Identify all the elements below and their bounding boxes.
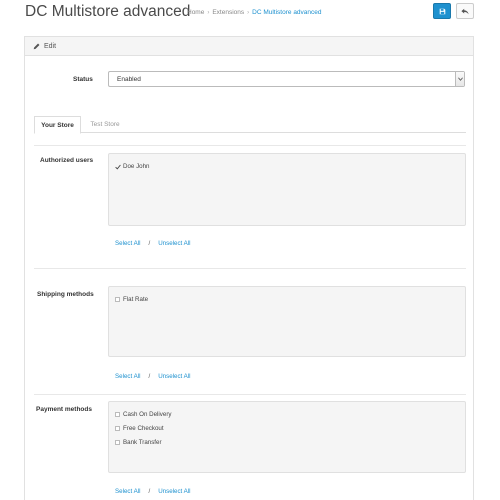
checkbox-label: Bank Transfer (123, 439, 162, 446)
checkbox-bank-transfer[interactable]: Bank Transfer (115, 439, 162, 446)
slash-separator: / (148, 488, 151, 495)
store-tabs: Your Store Test Store (34, 116, 466, 134)
save-icon (439, 8, 445, 14)
unselect-all-link[interactable]: Unselect All (158, 373, 190, 380)
payment-methods-actions: Select All / Unselect All (115, 488, 191, 495)
divider (34, 145, 466, 146)
select-all-link[interactable]: Select All (115, 373, 140, 380)
checkbox-doe-john[interactable]: Doe John (115, 163, 150, 170)
pencil-icon (33, 43, 40, 49)
back-button[interactable] (456, 3, 474, 19)
payment-methods-label: Payment methods (36, 406, 92, 413)
breadcrumb-separator-icon: › (207, 10, 210, 16)
slash-separator: / (148, 373, 151, 380)
checkbox-icon (115, 426, 120, 431)
tab-test-store[interactable]: Test Store (86, 116, 124, 133)
checkmark-icon (115, 164, 121, 170)
tab-your-store[interactable]: Your Store (34, 116, 81, 134)
panel-title: Edit (44, 42, 57, 50)
reply-icon (461, 8, 469, 14)
breadcrumb-separator-icon: › (247, 10, 250, 16)
slash-separator: / (148, 240, 151, 247)
checkbox-icon (115, 412, 120, 417)
shipping-methods-list[interactable]: Flat Rate (108, 286, 466, 357)
divider (34, 268, 466, 269)
panel-heading: Edit (25, 37, 473, 56)
shipping-methods-actions: Select All / Unselect All (115, 373, 191, 380)
divider (34, 394, 466, 395)
authorized-users-list[interactable]: Doe John (108, 153, 466, 226)
page-header: DC Multistore advanced Home › Extensions › D… (0, 0, 500, 30)
checkbox-free-checkout[interactable]: Free Checkout (115, 425, 164, 432)
breadcrumb: Home › Extensions › DC Multistore advanced (187, 9, 322, 16)
checkbox-label: Free Checkout (123, 425, 164, 432)
checkbox-flat-rate[interactable]: Flat Rate (115, 296, 148, 303)
breadcrumb-extensions[interactable]: Extensions (212, 9, 244, 16)
checkbox-label: Flat Rate (123, 296, 149, 303)
page-title: DC Multistore advanced (25, 3, 191, 20)
breadcrumb-current[interactable]: DC Multistore advanced (252, 9, 321, 16)
status-select-value: Enabled (117, 76, 141, 83)
payment-methods-list[interactable]: Cash On Delivery Free Checkout Bank Tran… (108, 401, 466, 473)
status-label: Status (73, 76, 93, 83)
chevron-down-icon (455, 72, 464, 86)
breadcrumb-home[interactable]: Home (187, 9, 204, 16)
unselect-all-link[interactable]: Unselect All (158, 488, 190, 495)
select-all-link[interactable]: Select All (115, 488, 140, 495)
authorized-users-actions: Select All / Unselect All (115, 240, 191, 247)
unselect-all-link[interactable]: Unselect All (158, 240, 190, 247)
checkbox-icon (115, 297, 120, 302)
checkbox-label: Doe John (123, 163, 150, 170)
checkbox-label: Cash On Delivery (123, 411, 172, 418)
select-all-link[interactable]: Select All (115, 240, 140, 247)
status-select[interactable]: Enabled (108, 71, 465, 87)
shipping-methods-label: Shipping methods (37, 291, 94, 298)
checkbox-cash-on-delivery[interactable]: Cash On Delivery (115, 411, 172, 418)
save-button[interactable] (433, 3, 451, 19)
authorized-users-label: Authorized users (40, 157, 94, 164)
checkbox-icon (115, 440, 120, 445)
